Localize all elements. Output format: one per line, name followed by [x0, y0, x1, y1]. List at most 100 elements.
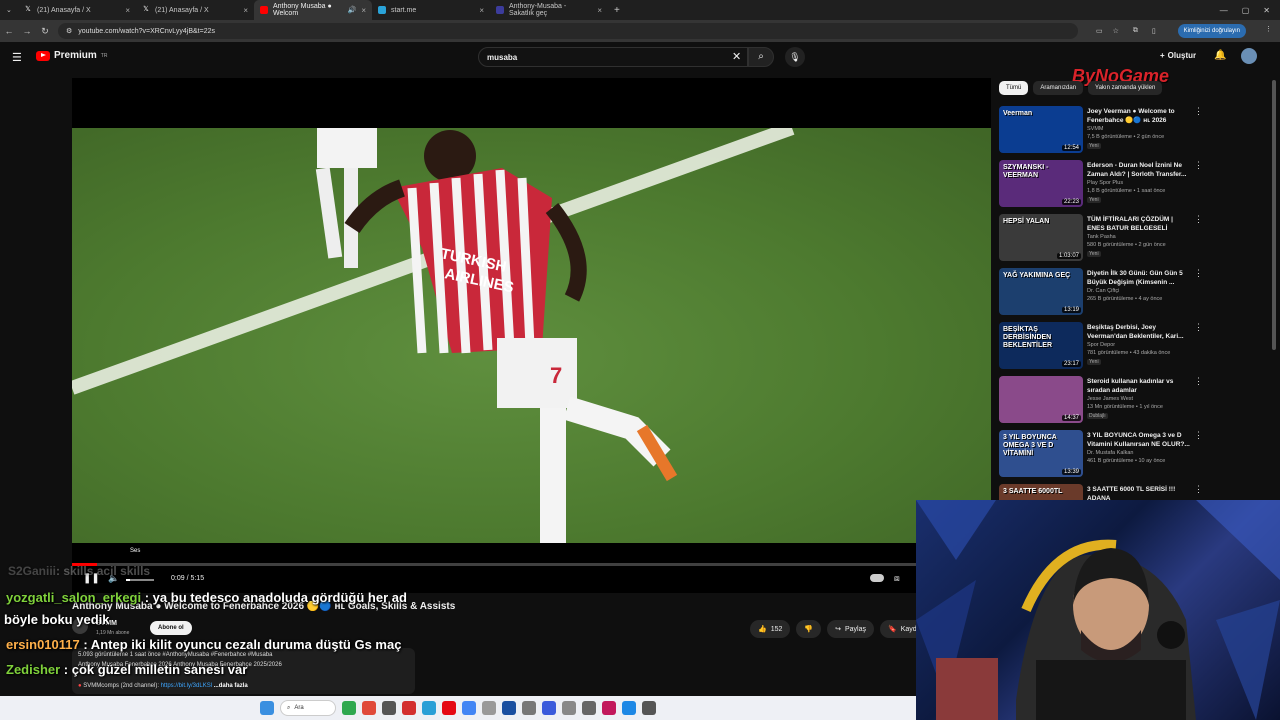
close-icon[interactable]: × [125, 6, 130, 15]
reload-icon[interactable]: ↻ [36, 26, 54, 37]
youtube-logo[interactable]: Premium TR [36, 50, 107, 61]
video-thumbnail[interactable]: 14:37 [999, 376, 1083, 423]
app-icon[interactable] [382, 701, 396, 715]
more-options-icon[interactable]: ⋮ [1194, 106, 1203, 117]
autoplay-toggle[interactable] [870, 574, 884, 582]
new-tab-button[interactable]: + [608, 0, 626, 20]
share-button[interactable]: ↪ Paylaş [827, 620, 875, 638]
app-icon[interactable] [602, 701, 616, 715]
recommendation-channel[interactable]: SVMM [1087, 126, 1104, 132]
chrome-icon[interactable] [462, 701, 476, 715]
recommendation-item[interactable]: YAĞ YAKIMINA GEÇ 13:19 Diyetin İlk 30 Günü… [999, 268, 1239, 318]
more-options-icon[interactable]: ⋮ [1194, 160, 1203, 171]
netflix-icon[interactable] [442, 701, 456, 715]
video-thumbnail[interactable]: 3 YIL BOYUNCA OMEGA 3 VE D VİTAMİNİ 13:39 [999, 430, 1083, 477]
voice-search-button[interactable]: 🎙 [785, 47, 805, 67]
app-icon[interactable] [482, 701, 496, 715]
recommendation-title[interactable]: TÜM İFTİRALARI ÇÖZDÜM | ENES BATUR BELGE… [1087, 215, 1192, 233]
recommendation-item[interactable]: HEPSİ YALAN 1:03:07 TÜM İFTİRALARI ÇÖZDÜM … [999, 214, 1239, 264]
volume-slider[interactable] [126, 579, 154, 581]
app-icon[interactable] [562, 701, 576, 715]
app-icon[interactable] [622, 701, 636, 715]
description-link[interactable]: https://bit.ly/3dLKSl [161, 683, 212, 689]
recommendation-item[interactable]: BEŞİKTAŞ DERBİSİNDEN BEKLENTİLER 23:17 Beş… [999, 322, 1239, 372]
app-icon[interactable] [342, 701, 356, 715]
subscribe-button[interactable]: Abone ol [150, 621, 192, 635]
app-icon[interactable] [362, 701, 376, 715]
recommendation-item[interactable]: Veerman 12:54 Joey Veerman ● Welcome to Fe… [999, 106, 1239, 156]
back-icon[interactable]: ← [0, 26, 18, 36]
subtitles-icon[interactable]: ⧈ [894, 573, 900, 584]
more-options-icon[interactable]: ⋮ [1194, 214, 1203, 225]
recommendation-title[interactable]: Steroid kullanan kadınlar vs sıradan ada… [1087, 377, 1192, 395]
extensions-icon[interactable]: ⧉ [1133, 27, 1138, 35]
show-more-link[interactable]: ...daha fazla [214, 683, 248, 689]
video-thumbnail[interactable]: Veerman 12:54 [999, 106, 1083, 153]
avatar[interactable] [1241, 48, 1257, 64]
browser-tab[interactable]: 𝕏 (21) Anasayfa / X × [136, 0, 254, 20]
video-thumbnail[interactable]: HEPSİ YALAN 1:03:07 [999, 214, 1083, 261]
recommendation-channel[interactable]: Jesse James West [1087, 396, 1133, 402]
search-button[interactable]: ⌕ [748, 47, 774, 67]
recommendation-title[interactable]: 3 YIL BOYUNCA Omega 3 ve D Vitamini Kull… [1087, 431, 1192, 449]
create-button[interactable]: + Oluştur [1160, 51, 1196, 60]
address-bar[interactable]: ⚙ youtube.com/watch?v=XRCnvLyy4jB&t=22s [58, 23, 1078, 39]
chip-from-search[interactable]: Aramanızdan [1033, 81, 1084, 95]
notifications-bell-icon[interactable]: 🔔 [1214, 50, 1226, 61]
recommendation-title[interactable]: Beşiktaş Derbisi, Joey Veerman'dan Bekle… [1087, 323, 1192, 341]
app-icon[interactable] [582, 701, 596, 715]
recommendation-channel[interactable]: Dr. Mustafa Kalkan [1087, 450, 1133, 456]
browser-menu-icon[interactable]: ⋮ [1265, 25, 1272, 33]
app-icon[interactable] [502, 701, 516, 715]
windows-start-icon[interactable] [260, 701, 274, 715]
app-icon[interactable] [542, 701, 556, 715]
browser-tab[interactable]: Anthony-Musaba - Sakatlık geç × [490, 0, 608, 20]
video-player[interactable]: TURKISH AIRLINES 7 [72, 78, 991, 593]
recommendation-channel[interactable]: Dr. Can Çiftçi [1087, 288, 1119, 294]
close-icon[interactable]: × [361, 6, 366, 15]
recommendation-title[interactable]: Ederson - Duran Noel İznini Ne Zaman Ald… [1087, 161, 1192, 179]
recommendation-title[interactable]: Diyetin İlk 30 Günü: Gün Gün 5 Büyük Değ… [1087, 269, 1192, 287]
app-icon[interactable] [522, 701, 536, 715]
close-window-icon[interactable]: ✕ [1263, 6, 1270, 15]
recommendation-item[interactable]: 14:37 Steroid kullanan kadınlar vs sırada… [999, 376, 1239, 426]
hamburger-menu-icon[interactable]: ☰ [12, 51, 22, 64]
video-frame[interactable]: TURKISH AIRLINES 7 [72, 128, 991, 543]
close-icon[interactable]: × [479, 6, 484, 15]
forward-icon[interactable]: → [18, 26, 36, 36]
tab-menu-button[interactable]: ⌄ [0, 0, 18, 20]
more-options-icon[interactable]: ⋮ [1194, 376, 1203, 387]
chip-recent[interactable]: Yakın zamanda yüklen [1088, 81, 1163, 95]
recommendation-channel[interactable]: Tank Pasha [1087, 234, 1116, 240]
video-thumbnail[interactable]: BEŞİKTAŞ DERBİSİNDEN BEKLENTİLER 23:17 [999, 322, 1083, 369]
like-button[interactable]: 👍 152 [750, 620, 791, 638]
more-options-icon[interactable]: ⋮ [1194, 322, 1203, 333]
recommendation-item[interactable]: SZYMANSKI - VEERMAN 22:23 Ederson - Duran … [999, 160, 1239, 210]
bookmark-star-icon[interactable]: ☆ [1113, 27, 1119, 35]
profile-button[interactable]: Kimliğinizi doğrulayın [1177, 24, 1246, 38]
site-info-icon[interactable]: ⚙ [66, 27, 72, 35]
more-options-icon[interactable]: ⋮ [1194, 268, 1203, 279]
telegram-icon[interactable] [422, 701, 436, 715]
more-options-icon[interactable]: ⋮ [1194, 430, 1203, 441]
maximize-icon[interactable]: ▢ [1242, 6, 1250, 15]
dislike-button[interactable]: 👎 [796, 620, 822, 638]
minimize-icon[interactable]: — [1220, 6, 1228, 15]
sidebar-icon[interactable]: ▯ [1152, 27, 1156, 35]
app-icon[interactable] [642, 701, 656, 715]
chip-all[interactable]: Tümü [999, 81, 1029, 95]
browser-tab-active[interactable]: Anthony Musaba ● Welcom 🔊 × [254, 0, 372, 20]
recommendation-item[interactable]: 3 YIL BOYUNCA OMEGA 3 VE D VİTAMİNİ 13:39… [999, 430, 1239, 480]
close-icon[interactable]: × [243, 6, 248, 15]
browser-tab[interactable]: start.me × [372, 0, 490, 20]
recommendation-channel[interactable]: Spor Depor [1087, 342, 1115, 348]
progress-bar[interactable] [72, 563, 917, 566]
search-input[interactable]: musaba [478, 47, 748, 67]
video-thumbnail[interactable]: YAĞ YAKIMINA GEÇ 13:19 [999, 268, 1083, 315]
sidebar-scrollbar[interactable] [1272, 80, 1276, 350]
recommendation-channel[interactable]: Play Spor Plus [1087, 180, 1123, 186]
recommendation-title[interactable]: Joey Veerman ● Welcome to Fenerbahce 🟡🔵 … [1087, 107, 1192, 125]
clear-search-icon[interactable]: ✕ [732, 50, 741, 63]
close-icon[interactable]: × [597, 6, 602, 15]
more-options-icon[interactable]: ⋮ [1194, 484, 1203, 495]
